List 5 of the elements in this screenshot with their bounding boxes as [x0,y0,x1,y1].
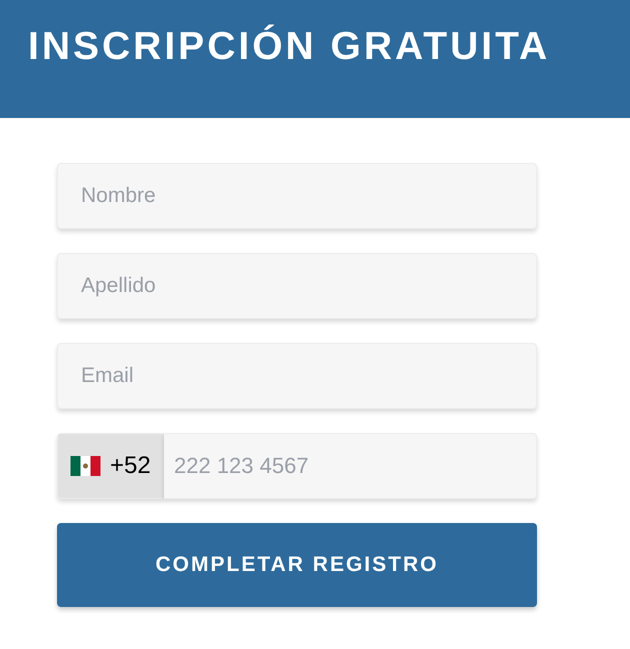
submit-button[interactable]: COMPLETAR REGISTRO [57,523,537,607]
page-title: INSCRIPCIÓN GRATUITA [28,24,552,70]
text-field[interactable]: Apellido [57,253,537,319]
text-field[interactable]: Nombre [57,163,537,229]
text-field[interactable]: Email [57,343,537,409]
